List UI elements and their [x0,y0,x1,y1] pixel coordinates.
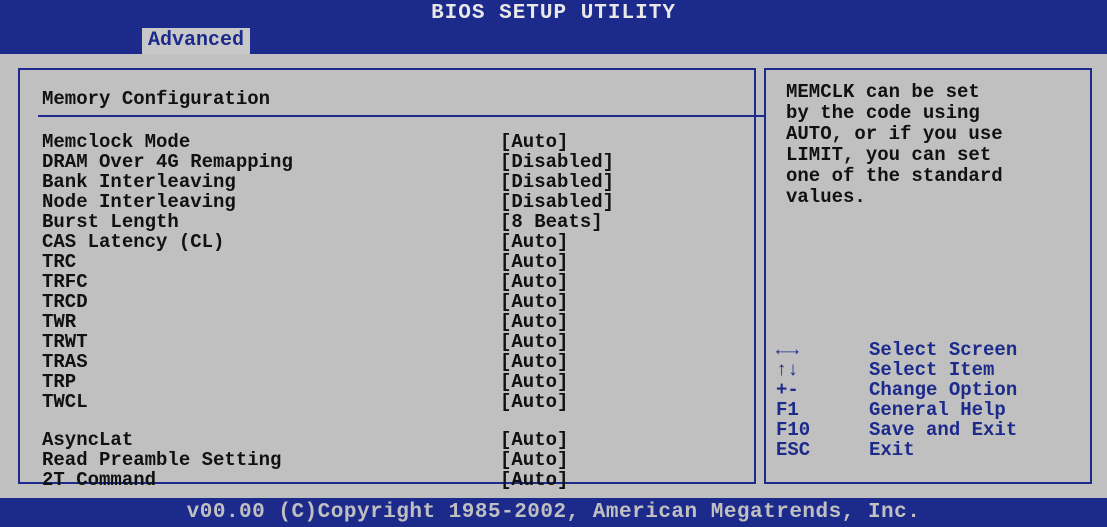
setting-value[interactable]: [Auto] [500,430,568,450]
setting-label: TRAS [42,351,88,373]
help-line: LIMIT, you can set [786,144,992,166]
setting-label: AsyncLat [42,429,134,451]
setting-value[interactable]: [Auto] [500,292,568,312]
help-panel: MEMCLK can be set by the code using AUTO… [764,68,1092,484]
setting-row-read-preamble[interactable]: Read Preamble Setting [Auto] [42,450,742,470]
setting-value[interactable]: [Auto] [500,252,568,272]
help-line: by the code using [786,102,980,124]
setting-value[interactable]: [Auto] [500,372,568,392]
setting-label: Read Preamble Setting [42,449,282,471]
setting-row-node-interleaving[interactable]: Node Interleaving [Disabled] [42,192,742,212]
main-frame: Memory Configuration Memclock Mode [Auto… [0,54,1107,498]
copyright-footer: v00.00 (C)Copyright 1985-2002, American … [0,498,1107,527]
esc-key: ESC [776,439,811,461]
setting-value[interactable]: [Auto] [500,232,568,252]
setting-row-asynclat[interactable]: AsyncLat [Auto] [42,430,742,450]
setting-row-twcl[interactable]: TWCL [Auto] [42,392,742,412]
up-down-arrow-icon: ↑↓ [776,359,799,381]
setting-label: DRAM Over 4G Remapping [42,151,293,173]
f10-key: F10 [776,419,811,441]
setting-row-cas-latency[interactable]: CAS Latency (CL) [Auto] [42,232,742,252]
key-desc: Change Option [869,379,1018,401]
setting-row-trp[interactable]: TRP [Auto] [42,372,742,392]
setting-label: TRP [42,371,77,393]
setting-row-memclock-mode[interactable]: Memclock Mode [Auto] [42,132,742,152]
setting-value[interactable]: [Disabled] [500,152,614,172]
title-bar: BIOS SETUP UTILITY Advanced [0,0,1107,54]
setting-row-bank-interleaving[interactable]: Bank Interleaving [Disabled] [42,172,742,192]
setting-label: TWCL [42,391,88,413]
help-line: AUTO, or if you use [786,123,1003,145]
setting-label: Memclock Mode [42,131,191,153]
setting-row-trc[interactable]: TRC [Auto] [42,252,742,272]
setting-value[interactable]: [8 Beats] [500,212,603,232]
help-text: MEMCLK can be set by the code using AUTO… [786,82,1086,208]
section-divider [38,115,764,117]
setting-value[interactable]: [Auto] [500,392,568,412]
plus-minus-key: +- [776,379,799,401]
setting-row-trfc[interactable]: TRFC [Auto] [42,272,742,292]
section-title: Memory Configuration [42,88,271,110]
window-title: BIOS SETUP UTILITY [431,2,676,25]
key-desc: Save and Exit [869,419,1018,441]
setting-value[interactable]: [Auto] [500,312,568,332]
setting-value[interactable]: [Auto] [500,132,568,152]
setting-label: TRCD [42,291,88,313]
setting-label: 2T Command [42,469,157,491]
setting-value[interactable]: [Disabled] [500,192,614,212]
setting-label: Node Interleaving [42,191,236,213]
setting-value[interactable]: [Auto] [500,352,568,372]
setting-label: Bank Interleaving [42,171,236,193]
setting-label: CAS Latency (CL) [42,231,225,253]
key-desc: General Help [869,399,1006,421]
setting-row-trwt[interactable]: TRWT [Auto] [42,332,742,352]
key-desc: Exit [869,439,915,461]
setting-label: Burst Length [42,211,179,233]
tab-advanced[interactable]: Advanced [142,28,251,54]
f1-key: F1 [776,399,799,421]
key-desc: Select Item [869,359,995,381]
setting-value[interactable]: [Auto] [500,450,568,470]
setting-label: TWR [42,311,77,333]
setting-label: TRFC [42,271,88,293]
settings-panel: Memory Configuration Memclock Mode [Auto… [18,68,764,490]
setting-row-burst-length[interactable]: Burst Length [8 Beats] [42,212,742,232]
setting-value[interactable]: [Auto] [500,470,568,490]
setting-label: TRC [42,251,77,273]
setting-value[interactable]: [Disabled] [500,172,614,192]
setting-row-tras[interactable]: TRAS [Auto] [42,352,742,372]
help-line: MEMCLK can be set [786,81,980,103]
help-line: values. [786,186,866,208]
setting-row-twr[interactable]: TWR [Auto] [42,312,742,332]
setting-label: TRWT [42,331,88,353]
setting-value[interactable]: [Auto] [500,332,568,352]
left-right-arrow-icon: ←→ [776,339,799,361]
help-line: one of the standard [786,165,1003,187]
setting-row-2t-command[interactable]: 2T Command [Auto] [42,470,742,490]
setting-row-dram-over-4g-remapping[interactable]: DRAM Over 4G Remapping [Disabled] [42,152,742,172]
setting-row-trcd[interactable]: TRCD [Auto] [42,292,742,312]
setting-value[interactable]: [Auto] [500,272,568,292]
key-desc: Select Screen [869,339,1018,361]
